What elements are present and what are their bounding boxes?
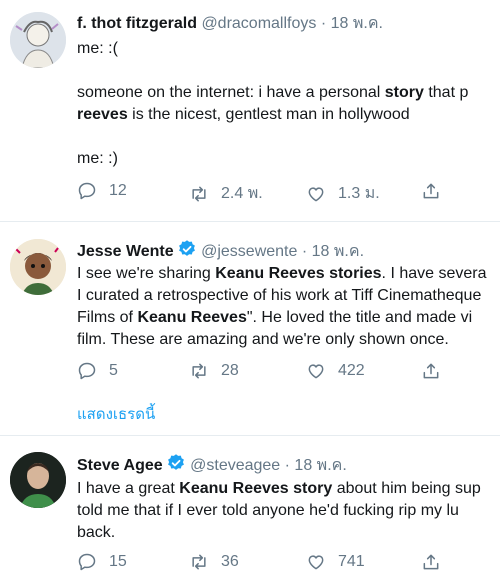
text-run: I have a great: [77, 480, 180, 497]
reply-count: 5: [109, 362, 118, 379]
retweet-icon: [192, 363, 206, 379]
tweet-date[interactable]: · 18 พ.ค.: [302, 243, 364, 260]
text-run: I curated a retrospective of his work at…: [77, 287, 482, 304]
heart-icon: [308, 186, 324, 201]
reply-icon: [78, 182, 96, 200]
retweet-count: 2.4 พ.: [221, 185, 263, 202]
text-run: back.: [77, 524, 116, 541]
user-handle[interactable]: @jessewente: [201, 243, 297, 260]
tweet-header: Jesse Wente @jessewente · 18 พ.ค.: [77, 239, 364, 262]
tweet-line: Films of Keanu Reeves". He loved the tit…: [77, 307, 500, 329]
share-button[interactable]: [421, 552, 441, 572]
text-run: me: :(: [77, 40, 118, 57]
display-name[interactable]: Jesse Wente: [77, 243, 174, 260]
like-count: 422: [338, 362, 365, 379]
avatar-illustration-image: [10, 239, 66, 295]
reply-count: 12: [109, 182, 127, 199]
tweet-actions: 15 36 741: [77, 552, 500, 578]
retweet-button[interactable]: 36: [189, 552, 239, 572]
tweet-line: back.: [77, 522, 500, 544]
text-run: told me that if I ever told anyone he'd …: [77, 502, 459, 519]
share-button[interactable]: [421, 361, 441, 381]
tweet-line: I see we're sharing Keanu Reeves stories…: [77, 263, 500, 285]
display-name[interactable]: f. thot fitzgerald: [77, 15, 197, 32]
tweet-line: someone on the internet: i have a person…: [77, 82, 500, 104]
avatar[interactable]: [10, 452, 66, 508]
like-button[interactable]: 1.3 ม.: [306, 181, 380, 206]
share-icon: [423, 183, 439, 199]
text-run: film. These are amazing and we're only s…: [77, 331, 449, 348]
retweet-icon: [192, 554, 206, 570]
heart-icon: [308, 555, 324, 570]
tweet[interactable]: f. thot fitzgerald @dracomallfoys · 18 พ…: [0, 0, 500, 220]
share-icon: [423, 554, 439, 570]
tweet[interactable]: Jesse Wente @jessewente · 18 พ.ค. I see …: [0, 222, 500, 434]
tweet-line: me: :(: [77, 38, 500, 60]
highlighted-term: reeves: [77, 106, 128, 123]
reply-button[interactable]: 5: [77, 361, 118, 381]
text-run: that p: [423, 84, 469, 101]
tweet-actions: 12 2.4 พ. 1.3 ม.: [77, 181, 500, 207]
highlighted-term: Keanu Reeves story: [179, 480, 333, 497]
highlighted-term: Keanu Reeves stories: [215, 265, 382, 282]
tweet-line: me: :): [77, 148, 500, 170]
like-button[interactable]: 741: [306, 552, 365, 572]
retweet-button[interactable]: 2.4 พ.: [189, 181, 263, 206]
text-run: . I have severa: [381, 265, 487, 282]
user-handle[interactable]: @dracomallfoys: [201, 15, 316, 32]
highlighted-term: Keanu Reeves: [137, 309, 247, 326]
retweet-count: 36: [221, 553, 239, 570]
share-icon: [423, 363, 439, 379]
text-run: I see we're sharing: [77, 265, 216, 282]
reply-button[interactable]: 15: [77, 552, 127, 572]
reply-icon: [78, 553, 96, 571]
text-run: Films of: [77, 309, 138, 326]
like-count: 1.3 ม.: [338, 185, 380, 202]
text-run: about him being sup: [332, 480, 481, 497]
tweet-header: Steve Agee @steveagee · 18 พ.ค.: [77, 453, 347, 476]
tweet-actions: 5 28 422: [77, 361, 500, 387]
like-count: 741: [338, 553, 365, 570]
tweet[interactable]: Steve Agee @steveagee · 18 พ.ค. I have a…: [0, 436, 500, 583]
share-button[interactable]: [421, 181, 441, 201]
tweet-text: I have a great Keanu Reeves story about …: [77, 478, 500, 544]
display-name[interactable]: Steve Agee: [77, 457, 163, 474]
reply-count: 15: [109, 553, 127, 570]
highlighted-term: story: [384, 84, 424, 101]
tweet-line: [77, 126, 500, 148]
verified-badge-icon: [167, 454, 184, 470]
tweet-date[interactable]: · 18 พ.ค.: [285, 457, 347, 474]
reply-icon: [78, 362, 96, 380]
avatar[interactable]: [10, 12, 66, 68]
like-button[interactable]: 422: [306, 361, 365, 381]
tweet-line: film. These are amazing and we're only s…: [77, 329, 500, 351]
reply-button[interactable]: 12: [77, 181, 127, 201]
verified-badge-icon: [178, 240, 195, 256]
show-thread-link[interactable]: แสดงเธรดนี้: [77, 402, 155, 426]
avatar-statue-image: [10, 12, 66, 68]
tweet-line: [77, 60, 500, 82]
text-run: someone on the internet: i have a person…: [77, 84, 385, 101]
avatar[interactable]: [10, 239, 66, 295]
tweet-line: told me that if I ever told anyone he'd …: [77, 500, 500, 522]
text-run: ". He loved the title and made vi: [246, 309, 473, 326]
tweet-text: I see we're sharing Keanu Reeves stories…: [77, 263, 500, 351]
tweet-line: I have a great Keanu Reeves story about …: [77, 478, 500, 500]
retweet-count: 28: [221, 362, 239, 379]
retweet-button[interactable]: 28: [189, 361, 239, 381]
text-run: is the nicest, gentlest man in hollywood: [127, 106, 410, 123]
tweet-line: reeves is the nicest, gentlest man in ho…: [77, 104, 500, 126]
avatar-photo-image: [10, 452, 66, 508]
retweet-icon: [192, 186, 206, 201]
heart-icon: [308, 364, 324, 379]
tweet-date[interactable]: · 18 พ.ค.: [321, 15, 383, 32]
tweet-line: I curated a retrospective of his work at…: [77, 285, 500, 307]
tweet-text: me: :( someone on the internet: i have a …: [77, 38, 500, 170]
user-handle[interactable]: @steveagee: [190, 457, 280, 474]
tweet-header: f. thot fitzgerald @dracomallfoys · 18 พ…: [77, 14, 383, 34]
text-run: me: :): [77, 150, 118, 167]
